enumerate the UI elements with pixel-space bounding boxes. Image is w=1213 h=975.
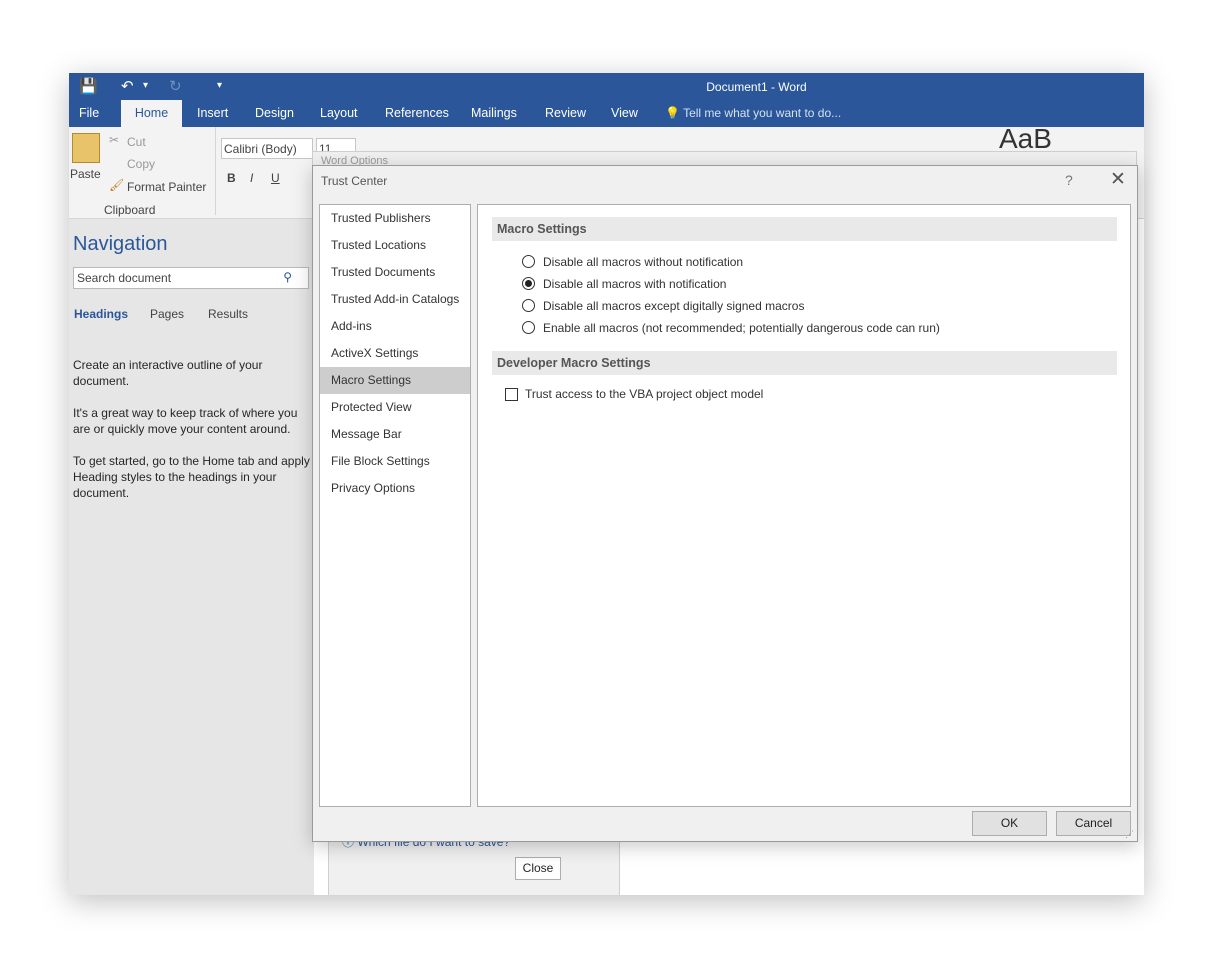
font-name-select[interactable]: Calibri (Body) bbox=[221, 138, 313, 159]
cancel-button[interactable]: Cancel bbox=[1056, 811, 1131, 836]
nav-help-paragraph-2: It's a great way to keep track of where … bbox=[73, 406, 298, 436]
category-protected-view[interactable]: Protected View bbox=[320, 394, 470, 421]
search-icon[interactable]: ⚲ bbox=[283, 270, 292, 284]
radio-label: Enable all macros (not recommended; pote… bbox=[543, 321, 940, 335]
nav-help-paragraph-1: Create an interactive outline of your do… bbox=[73, 358, 263, 388]
title-bar: 💾 ↶ ▾ ↻ ▾ Document1 - Word bbox=[69, 73, 1144, 100]
tab-view[interactable]: View bbox=[601, 100, 648, 127]
tab-layout[interactable]: Layout bbox=[310, 100, 368, 127]
search-placeholder: Search document bbox=[77, 271, 172, 285]
bold-button[interactable]: B bbox=[227, 171, 236, 185]
scissors-icon: ✂ bbox=[109, 133, 120, 147]
tab-mailings[interactable]: Mailings bbox=[461, 100, 527, 127]
format-painter-icon: 🖌 bbox=[109, 178, 125, 192]
trust-center-dialog: Trust Center ? ✕ Trusted Publishers Trus… bbox=[312, 165, 1138, 842]
radio-label: Disable all macros without notification bbox=[543, 255, 744, 269]
ok-button[interactable]: OK bbox=[972, 811, 1047, 836]
vba-trust-checkbox[interactable] bbox=[505, 388, 518, 401]
tab-review[interactable]: Review bbox=[535, 100, 596, 127]
resize-grip-icon[interactable]: ⋰ bbox=[1125, 829, 1134, 840]
close-icon[interactable]: ✕ bbox=[1107, 168, 1129, 192]
macro-settings-header: Macro Settings bbox=[492, 217, 1117, 241]
category-trusted-locations[interactable]: Trusted Locations bbox=[320, 232, 470, 259]
radio-button[interactable] bbox=[522, 255, 535, 268]
navigation-title: Navigation bbox=[73, 233, 168, 255]
category-list: Trusted Publishers Trusted Locations Tru… bbox=[319, 204, 471, 807]
lightbulb-icon: 💡 bbox=[665, 106, 680, 120]
cut-button[interactable]: Cut bbox=[127, 135, 146, 149]
tab-file[interactable]: File bbox=[69, 100, 109, 127]
category-file-block-settings[interactable]: File Block Settings bbox=[320, 448, 470, 475]
paste-icon[interactable] bbox=[72, 133, 100, 163]
radio-button[interactable] bbox=[522, 299, 535, 312]
category-privacy-options[interactable]: Privacy Options bbox=[320, 475, 470, 502]
underline-button[interactable]: U bbox=[271, 171, 280, 185]
nav-tab-headings[interactable]: Headings bbox=[74, 307, 128, 321]
radio-label: Disable all macros except digitally sign… bbox=[543, 299, 805, 313]
category-trusted-addin-catalogs[interactable]: Trusted Add-in Catalogs bbox=[320, 286, 470, 313]
paste-button[interactable]: Paste bbox=[70, 167, 101, 181]
settings-panel: Macro Settings Disable all macros withou… bbox=[477, 204, 1131, 807]
category-trusted-publishers[interactable]: Trusted Publishers bbox=[320, 205, 470, 232]
category-macro-settings[interactable]: Macro Settings bbox=[320, 367, 470, 394]
help-icon[interactable]: ? bbox=[1065, 172, 1073, 188]
category-trusted-documents[interactable]: Trusted Documents bbox=[320, 259, 470, 286]
nav-help-paragraph-3: To get started, go to the Home tab and a… bbox=[73, 454, 310, 500]
radio-button-selected[interactable] bbox=[522, 277, 535, 290]
nav-tab-results[interactable]: Results bbox=[208, 307, 248, 321]
italic-button[interactable]: I bbox=[250, 171, 253, 185]
vba-trust-label[interactable]: Trust access to the VBA project object m… bbox=[525, 387, 763, 401]
tell-me-text: Tell me what you want to do... bbox=[683, 106, 842, 120]
document-title: Document1 - Word bbox=[706, 80, 807, 94]
tab-home[interactable]: Home bbox=[121, 100, 182, 127]
dialog-title: Trust Center bbox=[321, 174, 388, 188]
tab-insert[interactable]: Insert bbox=[187, 100, 238, 127]
word-options-close-button[interactable]: Close bbox=[515, 857, 561, 880]
group-divider bbox=[215, 127, 216, 215]
ribbon-tabs: File Home Insert Design Layout Reference… bbox=[69, 100, 1144, 127]
radio-selected-dot bbox=[525, 280, 532, 287]
category-add-ins[interactable]: Add-ins bbox=[320, 313, 470, 340]
radio-button[interactable] bbox=[522, 321, 535, 334]
category-activex-settings[interactable]: ActiveX Settings bbox=[320, 340, 470, 367]
clipboard-group-label: Clipboard bbox=[104, 203, 156, 217]
developer-macro-settings-header: Developer Macro Settings bbox=[492, 351, 1117, 375]
nav-tab-pages[interactable]: Pages bbox=[150, 307, 184, 321]
navigation-pane: Navigation Search document ⚲ Headings Pa… bbox=[69, 219, 314, 895]
category-message-bar[interactable]: Message Bar bbox=[320, 421, 470, 448]
tab-references[interactable]: References bbox=[375, 100, 459, 127]
copy-button[interactable]: Copy bbox=[127, 157, 155, 171]
tell-me-box[interactable]: 💡 Tell me what you want to do... bbox=[665, 100, 841, 127]
tab-design[interactable]: Design bbox=[245, 100, 304, 127]
radio-label: Disable all macros with notification bbox=[543, 277, 727, 291]
format-painter-button[interactable]: Format Painter bbox=[127, 180, 206, 194]
search-document-input[interactable]: Search document ⚲ bbox=[73, 267, 309, 289]
